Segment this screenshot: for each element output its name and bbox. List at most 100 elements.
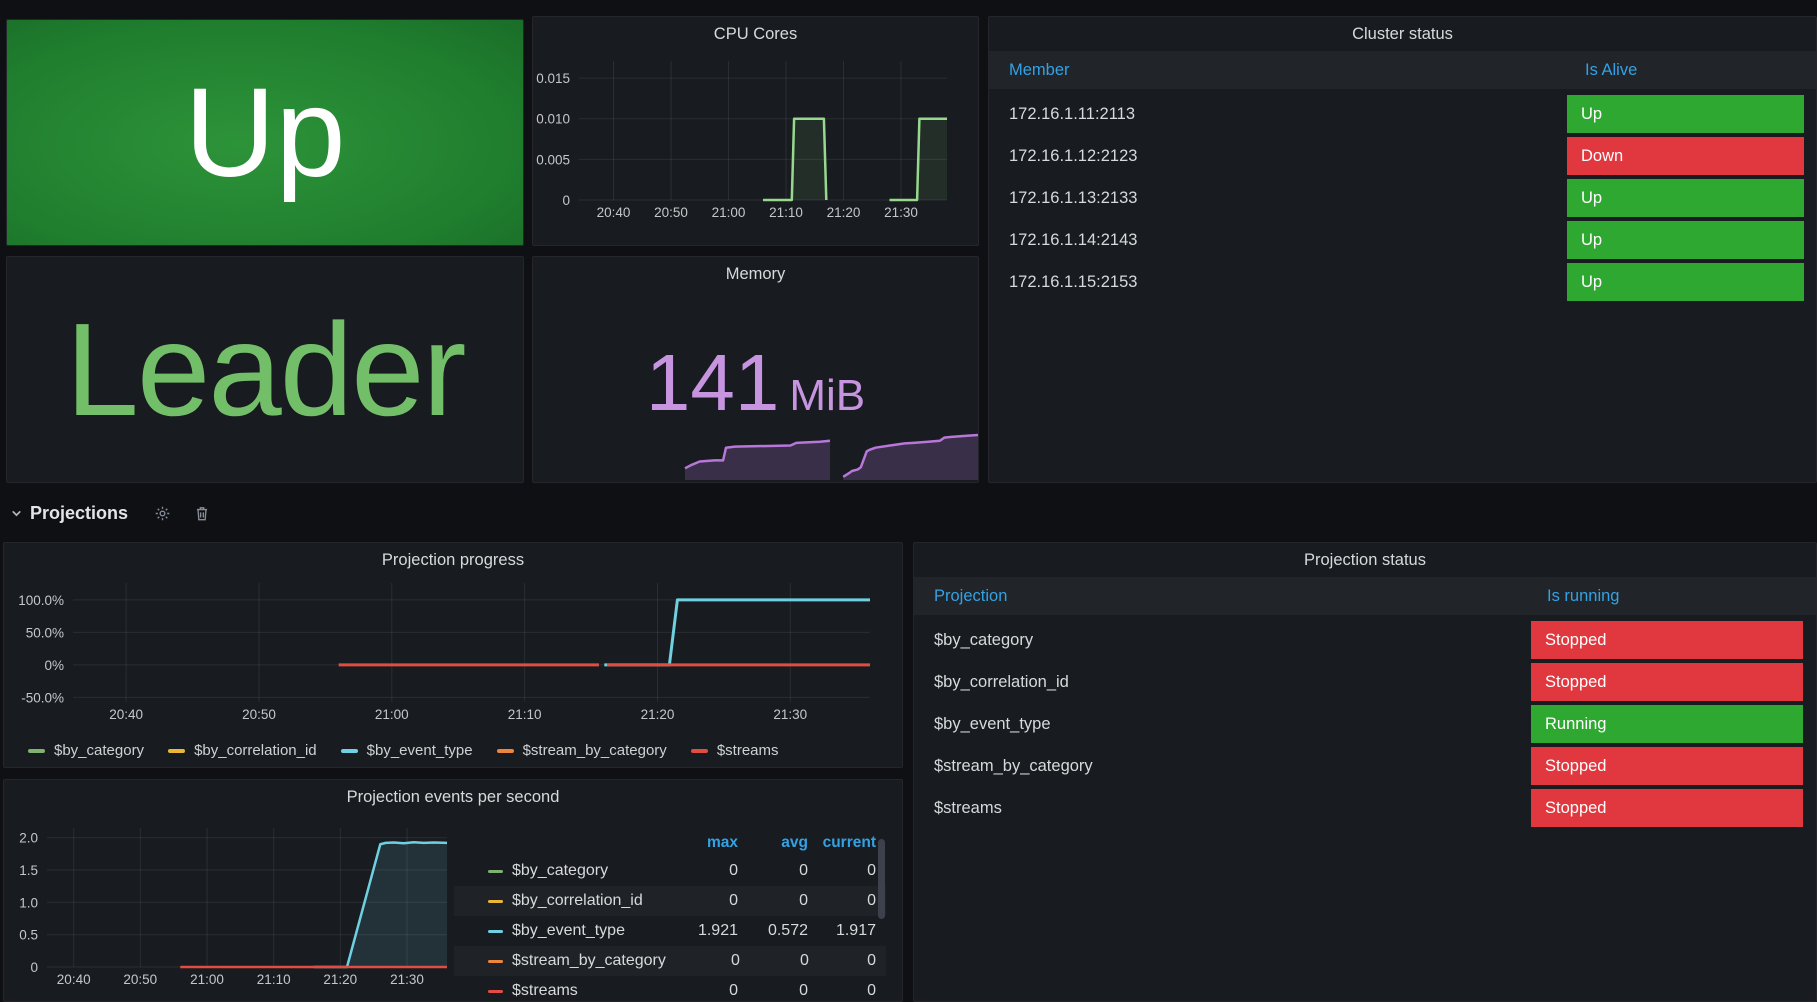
table-row: $by_event_type Running [914,705,1816,743]
svg-text:20:40: 20:40 [57,972,91,987]
series-color-dash [488,960,503,963]
projection-progress-chart[interactable]: 100.0%50.0%0%-50.0%20:4020:5021:0021:102… [4,573,903,753]
svg-text:50.0%: 50.0% [26,625,64,640]
legend-col-current[interactable]: current [808,834,886,852]
legend-max-value: 0 [663,982,738,1000]
series-color-dash [488,930,503,933]
svg-text:20:40: 20:40 [109,707,143,722]
series-color-dash [488,870,503,873]
memory-stat-value: 141MiB [533,337,978,429]
cpu-cores-chart[interactable]: 0.0150.0100.005020:4020:5021:0021:1021:2… [533,47,979,242]
svg-text:21:00: 21:00 [712,205,746,220]
legend-current-value: 0 [808,982,886,1000]
svg-text:21:10: 21:10 [508,707,542,722]
series-color-dash [691,749,708,753]
legend-avg-value: 0.572 [738,922,808,940]
status-badge: Up [1567,263,1804,301]
legend-avg-value: 0 [738,862,808,880]
legend-label: $streams [717,742,779,759]
projection-cell: $by_correlation_id [914,673,1531,692]
projection-cell: $streams [914,799,1531,818]
legend-table-row[interactable]: $by_event_type 1.921 0.572 1.917 [454,916,886,946]
panel-title-projection-progress[interactable]: Projection progress [4,543,902,577]
legend-col-max[interactable]: max [663,834,738,852]
status-badge: Stopped [1531,747,1803,785]
svg-text:0.015: 0.015 [536,71,570,86]
svg-text:21:00: 21:00 [375,707,409,722]
legend-table-row[interactable]: $by_correlation_id 0 0 0 [454,886,886,916]
legend-table-row[interactable]: $stream_by_category 0 0 0 [454,946,886,976]
legend-series-name: $by_category [512,862,608,880]
projection-progress-panel: Projection progress 100.0%50.0%0%-50.0%2… [3,542,903,768]
svg-text:20:40: 20:40 [597,205,631,220]
status-badge: Up [1567,221,1804,259]
legend-current-value: 0 [808,892,886,910]
table-row: 172.16.1.12:2123 Down [989,137,1816,175]
up-stat-panel: Up [6,19,524,246]
status-badge: Down [1567,137,1804,175]
panel-title-cpu-cores[interactable]: CPU Cores [533,17,978,51]
column-header-is-alive[interactable]: Is Alive [1567,61,1804,80]
table-row: $streams Stopped [914,789,1816,827]
legend-table-row[interactable]: $by_category 0 0 0 [454,856,886,886]
panel-title-memory[interactable]: Memory [533,257,978,291]
svg-text:21:20: 21:20 [323,972,357,987]
projection-events-panel: Projection events per second 2.01.51.00.… [3,779,903,1002]
svg-text:21:30: 21:30 [390,972,424,987]
chevron-down-icon[interactable] [10,507,23,520]
column-header-projection[interactable]: Projection [914,587,1531,606]
legend-max-value: 1.921 [663,922,738,940]
series-color-dash [488,990,503,993]
projection-events-chart[interactable]: 2.01.51.00.5020:4020:5021:0021:1021:2021… [4,818,474,1002]
cluster-table-header: Member Is Alive [989,51,1816,89]
table-row: 172.16.1.14:2143 Up [989,221,1816,259]
legend-item[interactable]: $stream_by_category [497,742,667,759]
memory-panel: Memory 141MiB [532,256,979,483]
table-row: $by_category Stopped [914,621,1816,659]
legend-scrollbar[interactable] [878,839,885,919]
column-header-member[interactable]: Member [989,61,1567,80]
svg-text:21:10: 21:10 [769,205,803,220]
legend-col-avg[interactable]: avg [738,834,808,852]
legend-table-row[interactable]: $streams 0 0 0 [454,976,886,1002]
svg-text:100.0%: 100.0% [18,593,64,608]
status-badge: Stopped [1531,789,1803,827]
gear-icon[interactable] [154,505,171,522]
leader-stat-value: Leader [65,304,464,436]
legend-avg-value: 0 [740,952,809,970]
svg-text:-50.0%: -50.0% [21,690,64,705]
member-cell: 172.16.1.14:2143 [989,231,1567,250]
projection-status-panel: Projection status Projection Is running … [913,542,1817,1002]
cluster-status-panel: Cluster status Member Is Alive 172.16.1.… [988,16,1817,483]
panel-title-cluster-status[interactable]: Cluster status [989,17,1816,51]
cpu-cores-panel: CPU Cores 0.0150.0100.005020:4020:5021:0… [532,16,979,246]
member-cell: 172.16.1.11:2113 [989,105,1567,124]
status-badge: Up [1567,95,1804,133]
legend-item[interactable]: $streams [691,742,779,759]
svg-text:21:10: 21:10 [257,972,291,987]
trash-icon[interactable] [194,505,210,522]
member-cell: 172.16.1.15:2153 [989,273,1567,292]
member-cell: 172.16.1.13:2133 [989,189,1567,208]
svg-text:21:20: 21:20 [827,205,861,220]
memory-sparkline [533,424,979,482]
svg-text:20:50: 20:50 [654,205,688,220]
legend-item[interactable]: $by_category [28,742,144,759]
projections-row-title[interactable]: Projections [30,503,128,524]
legend-item[interactable]: $by_event_type [341,742,473,759]
series-color-dash [497,749,514,753]
svg-text:21:20: 21:20 [641,707,675,722]
column-header-is-running[interactable]: Is running [1531,587,1803,606]
svg-text:0: 0 [562,193,570,208]
legend-label: $stream_by_category [523,742,667,759]
panel-title-projection-events[interactable]: Projection events per second [4,780,902,814]
projection-cell: $stream_by_category [914,757,1531,776]
legend-item[interactable]: $by_correlation_id [168,742,317,759]
up-stat-value: Up [184,70,345,196]
panel-title-projection-status[interactable]: Projection status [914,543,1816,577]
series-color-dash [168,749,185,753]
status-badge: Stopped [1531,621,1803,659]
svg-text:0.010: 0.010 [536,112,570,127]
svg-text:21:30: 21:30 [773,707,807,722]
projection-cell: $by_event_type [914,715,1531,734]
